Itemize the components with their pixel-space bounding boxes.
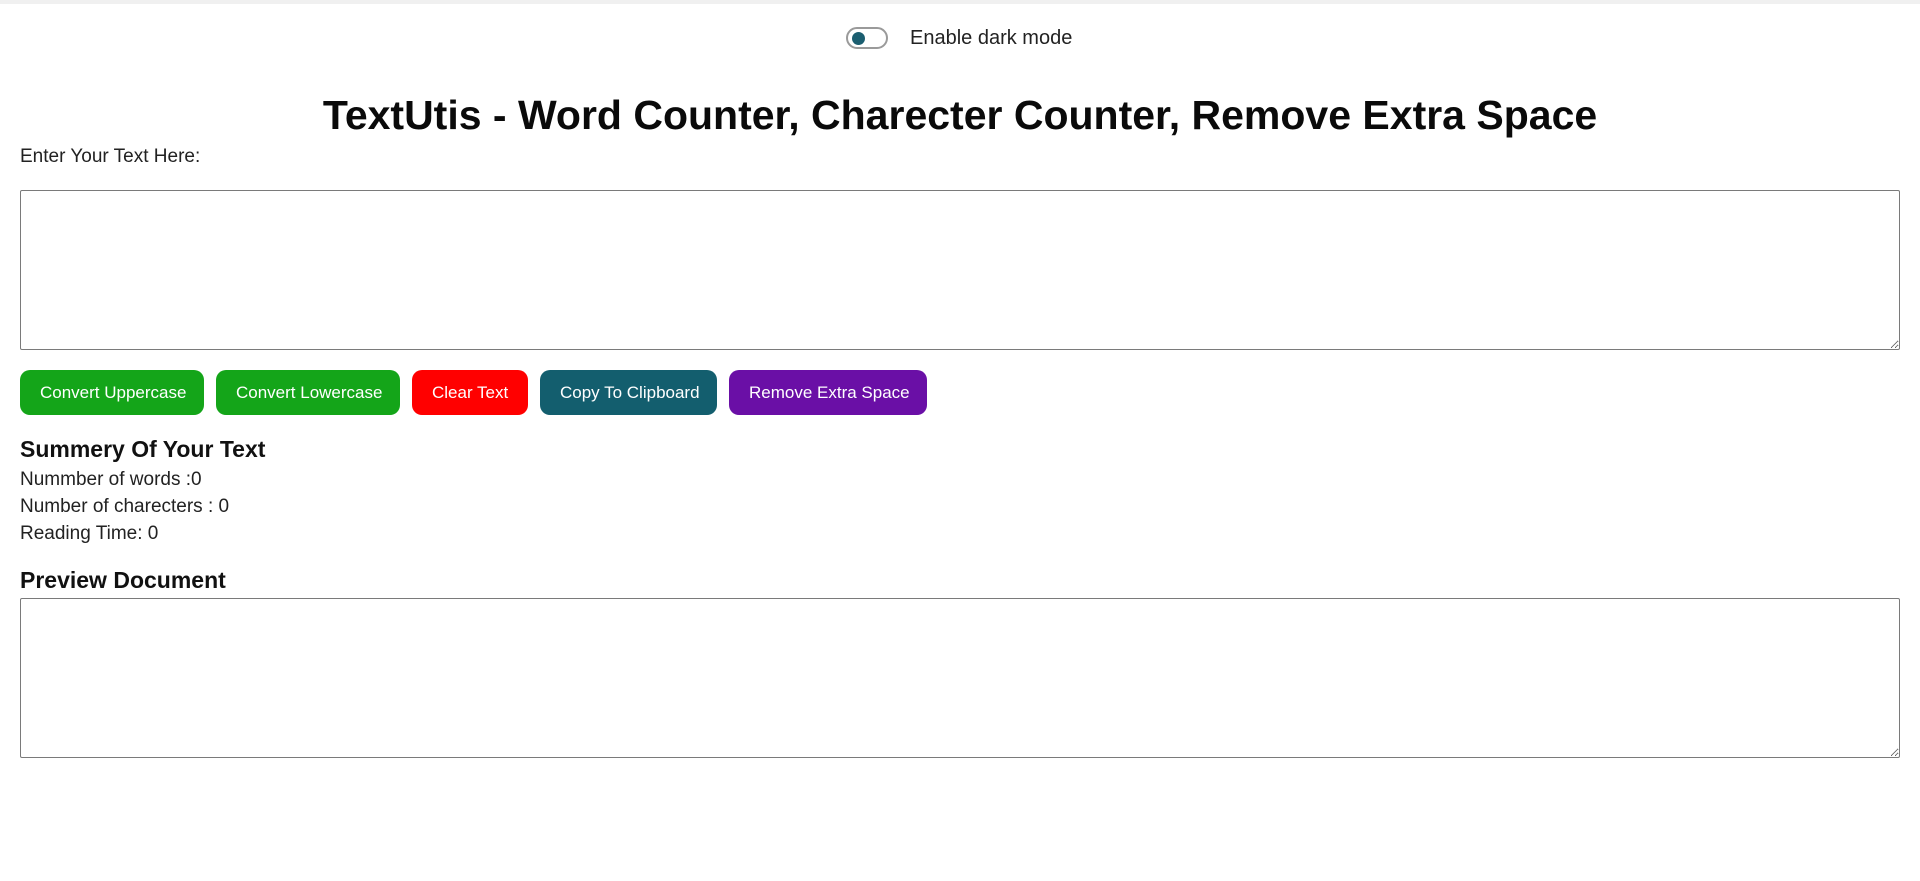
copy-to-clipboard-button[interactable]: Copy To Clipboard xyxy=(540,370,717,415)
action-button-row: Convert Uppercase Convert Lowercase Clea… xyxy=(20,370,927,415)
convert-uppercase-button[interactable]: Convert Uppercase xyxy=(20,370,204,415)
switch-knob-icon xyxy=(852,32,865,45)
page-title: TextUtis - Word Counter, Charecter Count… xyxy=(322,92,1598,138)
remove-extra-space-button[interactable]: Remove Extra Space xyxy=(729,370,927,415)
dark-mode-label: Enable dark mode xyxy=(910,26,1073,49)
word-count: Nummber of words :0 xyxy=(20,469,202,490)
convert-lowercase-button[interactable]: Convert Lowercase xyxy=(216,370,400,415)
preview-document-area[interactable] xyxy=(20,598,1900,758)
top-border-strip xyxy=(0,0,1920,4)
character-count: Number of charecters : 0 xyxy=(20,496,230,517)
text-input-area[interactable] xyxy=(20,190,1900,350)
reading-time: Reading Time: 0 xyxy=(20,523,159,544)
text-input-label: Enter Your Text Here: xyxy=(20,146,201,167)
preview-heading: Preview Document xyxy=(20,567,226,593)
summary-heading: Summery Of Your Text xyxy=(20,436,266,462)
dark-mode-switch[interactable] xyxy=(846,27,888,49)
dark-mode-toggle-row: Enable dark mode xyxy=(846,24,1072,52)
clear-text-button[interactable]: Clear Text xyxy=(412,370,528,415)
